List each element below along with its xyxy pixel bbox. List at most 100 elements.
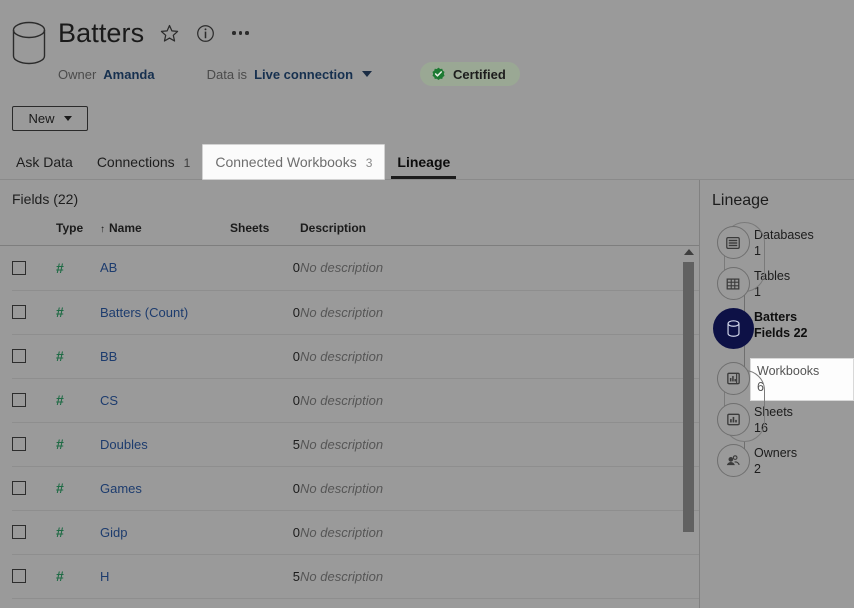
lineage-item-count: 2 bbox=[754, 461, 854, 477]
row-checkbox[interactable] bbox=[12, 481, 26, 495]
tab-connected-workbooks[interactable]: Connected Workbooks 3 bbox=[202, 144, 385, 180]
table-row[interactable]: # Batters (Count) 0 No description bbox=[12, 290, 699, 334]
new-button[interactable]: New bbox=[12, 106, 88, 131]
data-source-page: Batters bbox=[0, 0, 854, 608]
row-checkbox[interactable] bbox=[12, 393, 26, 407]
lineage-list: Databases 1 bbox=[712, 226, 854, 485]
lineage-item-owners[interactable]: Owners 2 bbox=[712, 444, 854, 485]
field-name-link[interactable]: Gidp bbox=[100, 525, 127, 540]
column-header-description[interactable]: Description bbox=[300, 214, 699, 244]
tab-ask-data[interactable]: Ask Data bbox=[4, 154, 85, 179]
lineage-item-label: Workbooks bbox=[757, 364, 819, 378]
field-type-number-icon: # bbox=[56, 524, 64, 540]
table-header-row: Type ↑ Name Sheets Description bbox=[12, 214, 699, 244]
lineage-item-count: 1 bbox=[754, 243, 854, 259]
connection-type-link[interactable]: Live connection bbox=[254, 67, 353, 82]
field-description[interactable]: No description bbox=[300, 422, 699, 466]
field-description[interactable]: No description bbox=[300, 290, 699, 334]
datasource-cylinder-icon bbox=[0, 10, 58, 66]
scrollbar-thumb[interactable] bbox=[683, 262, 694, 532]
field-description[interactable]: No description bbox=[300, 554, 699, 598]
datasource-metadata: Owner Amanda Data is Live connection Cer… bbox=[58, 63, 854, 85]
star-icon[interactable] bbox=[158, 22, 180, 44]
field-description[interactable]: No description bbox=[300, 246, 699, 290]
ellipsis-icon[interactable] bbox=[230, 22, 251, 44]
field-name-link[interactable]: CS bbox=[100, 393, 118, 408]
column-header-sheets[interactable]: Sheets bbox=[230, 214, 300, 244]
column-header-name-label: Name bbox=[109, 221, 142, 235]
field-name-link[interactable]: Doubles bbox=[100, 437, 148, 452]
page-title: Batters bbox=[58, 20, 144, 47]
table-row[interactable]: # Gidp 0 No description bbox=[12, 510, 699, 554]
field-name-link[interactable]: Batters (Count) bbox=[100, 305, 188, 320]
field-name-link[interactable]: BB bbox=[100, 349, 117, 364]
tab-label: Connections bbox=[97, 154, 175, 170]
field-type-number-icon: # bbox=[56, 348, 64, 364]
field-sheets-count: 5 bbox=[230, 422, 300, 466]
lineage-title: Lineage bbox=[712, 192, 854, 210]
fields-panel: Fields (22) Type ↑Name bbox=[0, 180, 700, 608]
field-sheets-count: 5 bbox=[230, 554, 300, 598]
row-checkbox[interactable] bbox=[12, 569, 26, 583]
row-checkbox[interactable] bbox=[12, 437, 26, 451]
owner-label: Owner bbox=[58, 67, 96, 82]
fields-table-header: Type ↑ Name Sheets Description bbox=[0, 214, 699, 246]
field-description[interactable]: No description bbox=[300, 334, 699, 378]
certified-seal-icon bbox=[431, 67, 446, 82]
lineage-item-count: 6 bbox=[757, 379, 847, 395]
field-sheets-count: 0 bbox=[230, 334, 300, 378]
page-header: Batters bbox=[0, 0, 854, 100]
table-row[interactable]: # Games 0 No description bbox=[12, 466, 699, 510]
chevron-down-icon[interactable] bbox=[362, 71, 372, 77]
field-sheets-count: 0 bbox=[230, 246, 300, 290]
row-checkbox[interactable] bbox=[12, 305, 26, 319]
field-sheets-count: 0 bbox=[230, 290, 300, 334]
table-row[interactable]: # BB 0 No description bbox=[12, 334, 699, 378]
field-name-link[interactable]: AB bbox=[100, 260, 117, 275]
table-grid-icon bbox=[717, 267, 750, 300]
lineage-item-count: 1 bbox=[754, 284, 854, 300]
row-checkbox[interactable] bbox=[12, 261, 26, 275]
status-badge-certified[interactable]: Certified bbox=[420, 62, 520, 86]
lineage-item-batters-current[interactable]: Batters Fields 22 bbox=[712, 308, 854, 362]
table-row[interactable]: # AB 0 No description bbox=[12, 246, 699, 290]
column-header-type[interactable]: Type bbox=[56, 214, 100, 244]
tab-label: Connected Workbooks bbox=[215, 154, 356, 170]
field-sheets-count: 0 bbox=[230, 466, 300, 510]
tab-connections[interactable]: Connections 1 bbox=[85, 154, 203, 179]
lineage-item-tables[interactable]: Tables 1 bbox=[712, 267, 854, 308]
info-icon[interactable] bbox=[194, 22, 216, 44]
field-description[interactable]: No description bbox=[300, 510, 699, 554]
sort-ascending-icon: ↑ bbox=[100, 224, 105, 235]
column-header-name[interactable]: ↑ Name bbox=[100, 214, 230, 244]
toolbar: New bbox=[0, 100, 854, 144]
field-description[interactable]: No description bbox=[300, 466, 699, 510]
workbook-icon bbox=[717, 362, 750, 395]
tab-count: 3 bbox=[366, 156, 373, 170]
datasource-cylinder-icon bbox=[713, 308, 754, 349]
field-type-number-icon: # bbox=[56, 568, 64, 584]
field-sheets-count: 0 bbox=[230, 510, 300, 554]
field-type-number-icon: # bbox=[56, 480, 64, 496]
scroll-up-arrow-icon[interactable] bbox=[684, 249, 694, 255]
field-name-link[interactable]: Games bbox=[100, 481, 142, 496]
certified-label: Certified bbox=[453, 67, 506, 82]
vertical-scrollbar[interactable] bbox=[683, 246, 694, 608]
sheet-bar-icon bbox=[717, 403, 750, 436]
owner-link[interactable]: Amanda bbox=[103, 67, 154, 82]
field-description[interactable]: No description bbox=[300, 378, 699, 422]
page-body: Fields (22) Type ↑Name bbox=[0, 180, 854, 608]
row-checkbox[interactable] bbox=[12, 525, 26, 539]
tab-lineage[interactable]: Lineage bbox=[385, 154, 462, 179]
lineage-item-label: Owners bbox=[754, 446, 797, 460]
select-all-header[interactable] bbox=[12, 214, 56, 244]
tab-bar: Ask Data Connections 1 Connected Workboo… bbox=[0, 144, 854, 180]
field-sheets-count: 0 bbox=[230, 378, 300, 422]
table-row[interactable]: # H 5 No description bbox=[12, 554, 699, 598]
fields-table-scroll-area: # AB 0 No description # Batters (Count) … bbox=[0, 246, 699, 608]
table-row[interactable]: # Doubles 5 No description bbox=[12, 422, 699, 466]
table-row[interactable]: # CS 0 No description bbox=[12, 378, 699, 422]
field-name-link[interactable]: H bbox=[100, 569, 109, 584]
row-checkbox[interactable] bbox=[12, 349, 26, 363]
field-type-number-icon: # bbox=[56, 260, 64, 276]
